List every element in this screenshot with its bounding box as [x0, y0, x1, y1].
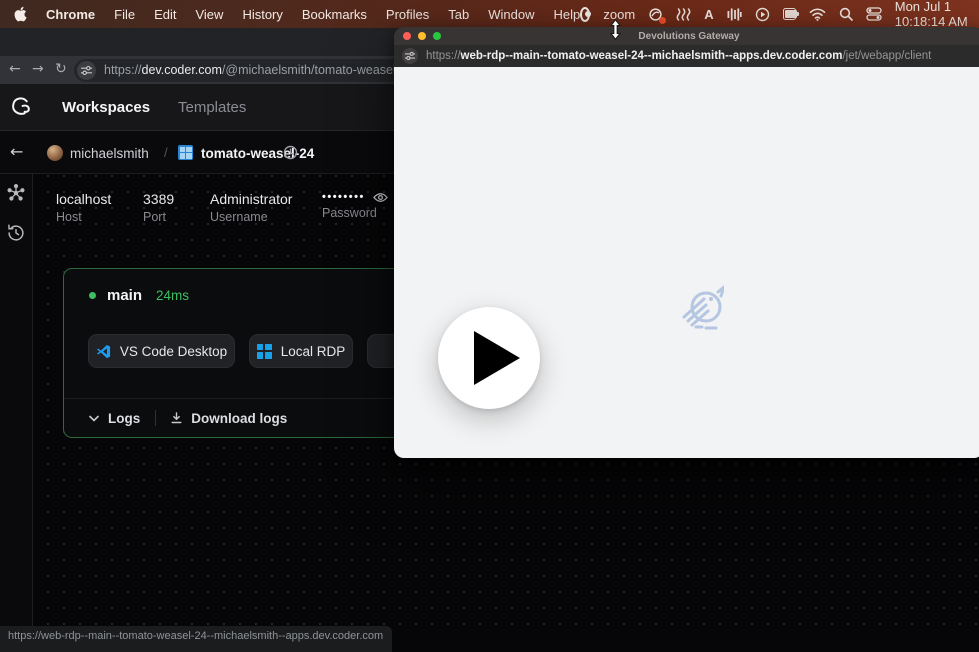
agent-name: main — [107, 287, 142, 304]
port-value: 3389 — [143, 191, 174, 207]
gateway-url-host: web-rdp--main--tomato-weasel-24--michael… — [461, 50, 843, 62]
eye-icon[interactable] — [373, 192, 388, 203]
breadcrumb-username[interactable]: michaelsmith — [70, 146, 149, 161]
back-icon[interactable]: ← — [9, 61, 21, 77]
menu-profiles[interactable]: Profiles — [386, 7, 429, 22]
wifi-icon[interactable] — [809, 8, 826, 21]
gateway-titlebar[interactable]: Devolutions Gateway — [394, 27, 979, 45]
gateway-traffic-lights — [403, 32, 441, 40]
devolutions-bird-logo — [680, 283, 724, 331]
username-label: Username — [210, 210, 292, 224]
avatar[interactable] — [47, 145, 63, 161]
breadcrumb-separator: / — [164, 145, 168, 160]
menu-help[interactable]: Help — [554, 7, 581, 22]
local-rdp-button-label: Local RDP — [281, 344, 346, 359]
menu-history[interactable]: History — [242, 7, 282, 22]
password-label: Password — [322, 206, 388, 220]
menu-edit[interactable]: Edit — [154, 7, 176, 22]
history-icon[interactable] — [5, 222, 27, 244]
password-value: •••••••• — [322, 191, 365, 203]
field-password: •••••••• Password — [322, 191, 388, 220]
agent-status-dot — [89, 292, 96, 299]
a-app-icon[interactable]: A — [704, 7, 713, 22]
vscode-desktop-button[interactable]: VS Code Desktop — [88, 334, 235, 368]
download-icon[interactable] — [171, 412, 182, 424]
search-icon[interactable] — [839, 7, 853, 21]
rdp-windows-icon — [257, 344, 272, 359]
host-label: Host — [56, 210, 111, 224]
menu-bookmarks[interactable]: Bookmarks — [302, 7, 367, 22]
equalizer-icon[interactable] — [727, 7, 742, 22]
back-arrow-icon[interactable]: ← — [10, 142, 23, 161]
local-rdp-button[interactable]: Local RDP — [249, 334, 353, 368]
username-value: Administrator — [210, 191, 292, 207]
menu-view[interactable]: View — [195, 7, 223, 22]
gateway-address-bar[interactable]: https://web-rdp--main--tomato-weasel-24-… — [394, 45, 979, 67]
battery-icon[interactable] — [783, 8, 796, 20]
agent-latency: 24ms — [156, 288, 189, 303]
tab-templates[interactable]: Templates — [178, 99, 246, 116]
devolutions-gateway-window: Devolutions Gateway https://web-rdp--mai… — [394, 27, 979, 458]
minimize-light[interactable] — [418, 32, 426, 40]
vscode-icon — [96, 344, 111, 359]
tab-workspaces[interactable]: Workspaces — [62, 99, 150, 116]
apple-icon[interactable] — [14, 6, 27, 22]
reload-icon[interactable]: ↻ — [55, 61, 67, 77]
download-logs-button[interactable]: Download logs — [191, 411, 287, 426]
control-center-icon[interactable] — [866, 7, 882, 21]
gateway-url-text: https://web-rdp--main--tomato-weasel-24-… — [426, 50, 931, 62]
field-username: Administrator Username — [210, 191, 292, 224]
play-icon — [474, 331, 520, 385]
tune-icon[interactable] — [77, 61, 96, 80]
field-host: localhost Host — [56, 191, 111, 224]
workspace-sidebar — [0, 174, 33, 635]
menubar-app-name[interactable]: Chrome — [46, 7, 95, 22]
menu-window[interactable]: Window — [488, 7, 534, 22]
menu-tab[interactable]: Tab — [448, 7, 469, 22]
menubar-clock[interactable]: Mon Jul 1 10:18:14 AM — [895, 0, 969, 29]
coder-logo-icon[interactable] — [8, 94, 33, 119]
macos-menubar: Chrome File Edit View History Bookmarks … — [0, 0, 979, 28]
record-icon[interactable] — [580, 7, 590, 22]
schedule-clock-icon[interactable] — [283, 145, 298, 160]
divider — [155, 410, 156, 426]
waves-icon[interactable] — [676, 7, 691, 22]
windows-icon — [178, 145, 193, 160]
zoom-light[interactable] — [433, 32, 441, 40]
resources-icon[interactable] — [5, 182, 27, 204]
move-cursor — [608, 19, 623, 40]
logs-toggle[interactable]: Logs — [108, 411, 140, 426]
menu-file[interactable]: File — [114, 7, 135, 22]
forward-icon[interactable]: → — [32, 61, 44, 77]
link-status-tooltip: https://web-rdp--main--tomato-weasel-24-… — [0, 626, 392, 652]
play-button[interactable] — [438, 307, 540, 409]
host-value: localhost — [56, 191, 111, 207]
field-port: 3389 Port — [143, 191, 174, 224]
url-host: dev.coder.com — [142, 63, 222, 77]
play-circle-icon[interactable] — [755, 7, 770, 22]
vscode-button-label: VS Code Desktop — [120, 344, 227, 359]
gateway-url-scheme: https:// — [426, 50, 461, 62]
gateway-url-path: /jet/webapp/client — [842, 50, 931, 62]
gateway-content — [394, 67, 979, 458]
port-label: Port — [143, 210, 174, 224]
gateway-window-title: Devolutions Gateway — [638, 31, 739, 42]
chevron-down-icon[interactable] — [89, 415, 99, 422]
gateway-tune-icon[interactable] — [402, 48, 418, 64]
notification-badge — [659, 17, 666, 24]
close-light[interactable] — [403, 32, 411, 40]
screen-share-icon[interactable] — [648, 7, 663, 22]
url-scheme: https:// — [104, 63, 142, 77]
